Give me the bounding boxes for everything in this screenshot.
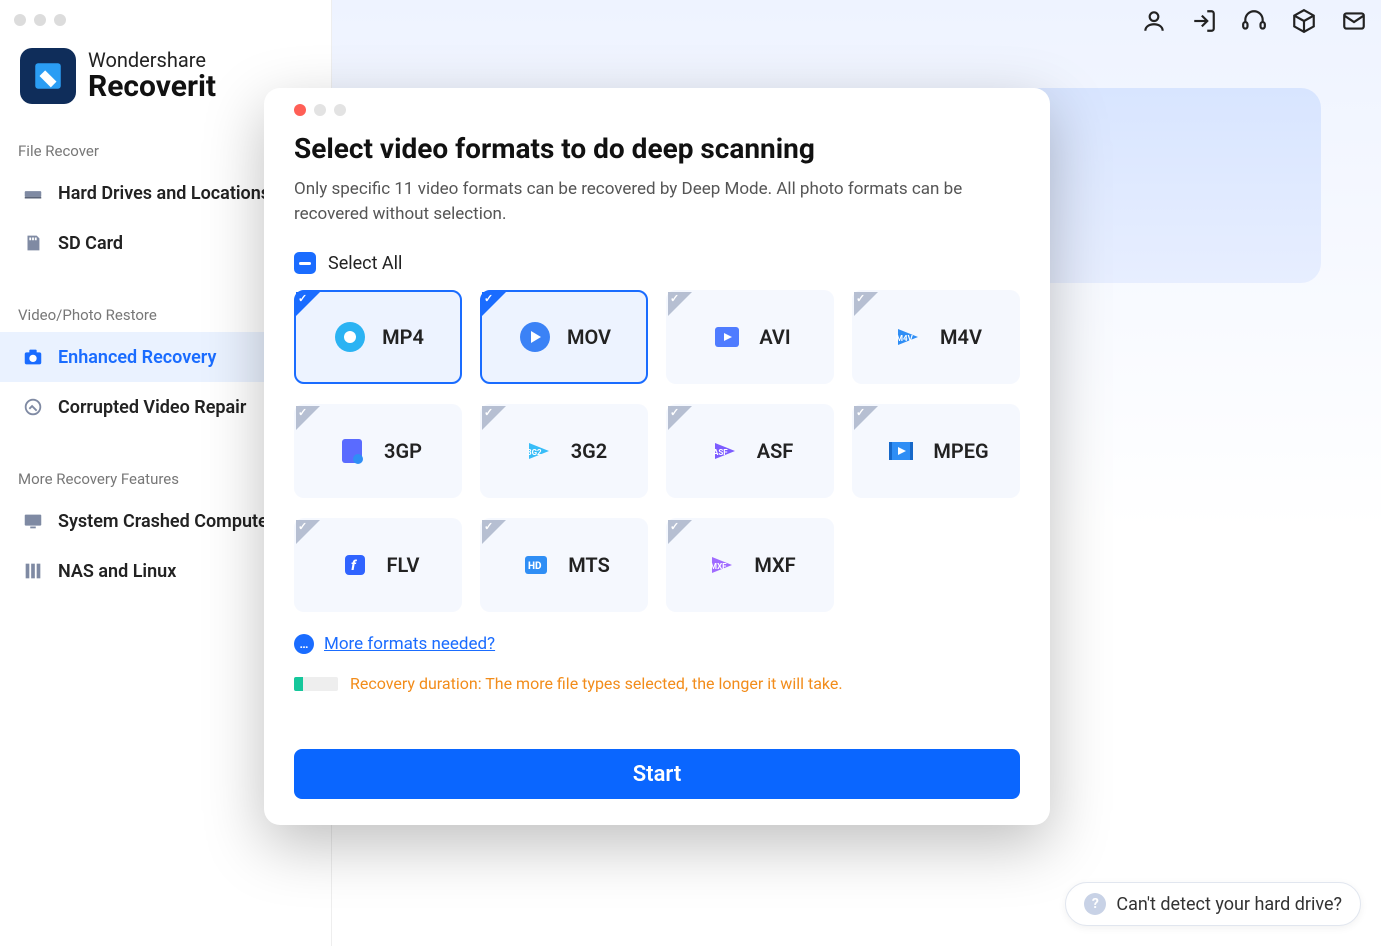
mov-icon: [517, 319, 553, 355]
select-all-checkbox[interactable]: Select All: [294, 252, 1020, 274]
speech-bubble-icon: …: [294, 634, 314, 654]
sd-card-icon: [22, 232, 44, 254]
wrench-icon: [22, 396, 44, 418]
more-formats-link[interactable]: … More formats needed?: [294, 634, 1020, 654]
nav-label: Corrupted Video Repair: [58, 397, 246, 418]
window-close-icon[interactable]: [14, 14, 26, 26]
svg-text:MXF: MXF: [710, 562, 727, 571]
svg-text:HD: HD: [528, 561, 542, 572]
monitor-icon: [22, 510, 44, 532]
nav-label: Hard Drives and Locations: [58, 183, 270, 204]
cube-icon[interactable]: [1291, 8, 1317, 34]
nav-label: Enhanced Recovery: [58, 347, 216, 368]
format-tile-mp4[interactable]: MP4: [294, 290, 462, 384]
more-formats-text[interactable]: More formats needed?: [324, 634, 495, 654]
format-tile-flv[interactable]: f FLV: [294, 518, 462, 612]
window-max-icon[interactable]: [54, 14, 66, 26]
format-label: MP4: [382, 325, 424, 349]
format-tile-mts[interactable]: HD MTS: [480, 518, 648, 612]
window-min-icon[interactable]: [34, 14, 46, 26]
start-button[interactable]: Start: [294, 749, 1020, 799]
format-grid: MP4 MOV AVI M4V M4V 3GP 3G2 3G2 ASF ASF MPE…: [294, 290, 1020, 612]
modal-title: Select video formats to do deep scanning: [294, 132, 1020, 165]
help-pill[interactable]: ? Can't detect your hard drive?: [1065, 882, 1361, 926]
modal-close-icon[interactable]: [294, 104, 306, 116]
nav-label: System Crashed Computer: [58, 511, 274, 532]
modal-traffic-lights: [294, 104, 1020, 126]
user-icon[interactable]: [1141, 8, 1167, 34]
asf-icon: ASF: [707, 433, 743, 469]
format-label: AVI: [759, 325, 790, 349]
format-tile-mov[interactable]: MOV: [480, 290, 648, 384]
login-icon[interactable]: [1191, 8, 1217, 34]
nav-label: NAS and Linux: [58, 561, 176, 582]
topbar: [1141, 8, 1367, 34]
format-tile-asf[interactable]: ASF ASF: [666, 404, 834, 498]
camera-icon: [22, 346, 44, 368]
format-tile-3g2[interactable]: 3G2 3G2: [480, 404, 648, 498]
format-label: MPEG: [933, 439, 988, 463]
mts-icon: HD: [518, 547, 554, 583]
help-text: Can't detect your hard drive?: [1116, 894, 1342, 915]
duration-indicator-icon: [294, 677, 338, 691]
m4v-icon: M4V: [890, 319, 926, 355]
modal-max-icon[interactable]: [334, 104, 346, 116]
g23-icon: 3G2: [521, 433, 557, 469]
modal-desc: Only specific 11 video formats can be re…: [294, 177, 974, 226]
format-label: MTS: [568, 553, 610, 577]
brand-top: Wondershare: [88, 50, 216, 71]
format-select-modal: Select video formats to do deep scanning…: [264, 88, 1050, 825]
format-label: ASF: [757, 439, 794, 463]
modal-min-icon[interactable]: [314, 104, 326, 116]
format-tile-3gp[interactable]: 3GP: [294, 404, 462, 498]
flv-icon: f: [337, 547, 373, 583]
format-label: MXF: [754, 553, 795, 577]
drive-icon: [22, 182, 44, 204]
brand-logo-icon: [20, 48, 76, 104]
select-all-label: Select All: [328, 253, 402, 274]
brand-bottom: Recoverit: [88, 71, 216, 103]
svg-text:M4V: M4V: [896, 334, 914, 343]
format-label: FLV: [387, 553, 420, 577]
duration-text: Recovery duration: The more file types s…: [350, 674, 843, 693]
mxf-icon: MXF: [704, 547, 740, 583]
nav-label: SD Card: [58, 233, 123, 254]
mpeg-icon: [883, 433, 919, 469]
format-tile-mxf[interactable]: MXF MXF: [666, 518, 834, 612]
mail-icon[interactable]: [1341, 8, 1367, 34]
checkbox-indeterminate-icon: [294, 252, 316, 274]
format-label: M4V: [940, 325, 982, 349]
format-label: 3G2: [571, 439, 607, 463]
svg-text:ASF: ASF: [713, 448, 728, 457]
duration-note: Recovery duration: The more file types s…: [294, 674, 1020, 693]
format-label: MOV: [567, 325, 611, 349]
mp4-icon: [332, 319, 368, 355]
avi-icon: [709, 319, 745, 355]
gp3-icon: [334, 433, 370, 469]
format-tile-mpeg[interactable]: MPEG: [852, 404, 1020, 498]
format-label: 3GP: [384, 439, 422, 463]
nas-icon: [22, 560, 44, 582]
svg-text:3G2: 3G2: [527, 448, 542, 457]
question-icon: ?: [1084, 893, 1106, 915]
main-traffic-lights: [0, 10, 331, 30]
support-icon[interactable]: [1241, 8, 1267, 34]
format-tile-avi[interactable]: AVI: [666, 290, 834, 384]
format-tile-m4v[interactable]: M4V M4V: [852, 290, 1020, 384]
